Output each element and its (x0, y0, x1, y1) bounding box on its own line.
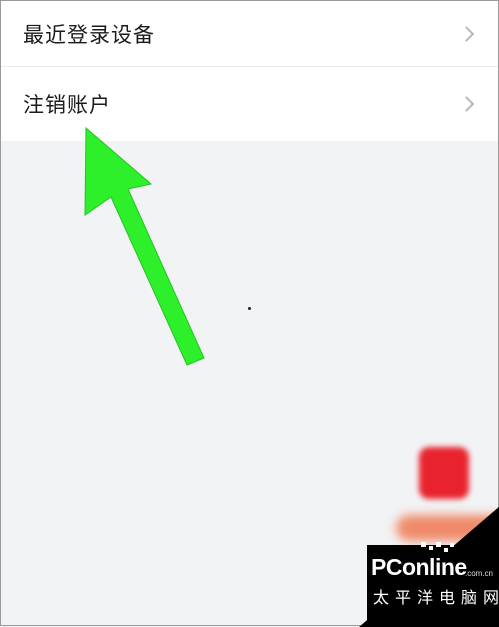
watermark-subtitle: 太平洋电脑网 (373, 588, 499, 607)
settings-list: 最近登录设备 注销账户 (1, 1, 498, 141)
settings-item-deactivate-account[interactable]: 注销账户 (1, 67, 498, 141)
chevron-right-icon (458, 96, 475, 112)
chevron-right-icon (458, 26, 475, 42)
dot-mark (248, 307, 251, 310)
arrow-shape (84, 126, 205, 366)
settings-item-label: 注销账户 (23, 93, 111, 117)
watermark-domain: .com.cn (465, 569, 494, 578)
floating-button (396, 515, 499, 541)
settings-item-recent-login-devices[interactable]: 最近登录设备 (1, 1, 498, 67)
app-icon (419, 447, 469, 499)
screen: { "settings": { "items": [ { "label": "最… (0, 0, 499, 627)
watermark-brand: PConline (371, 554, 467, 580)
settings-item-label: 最近登录设备 (23, 23, 155, 47)
